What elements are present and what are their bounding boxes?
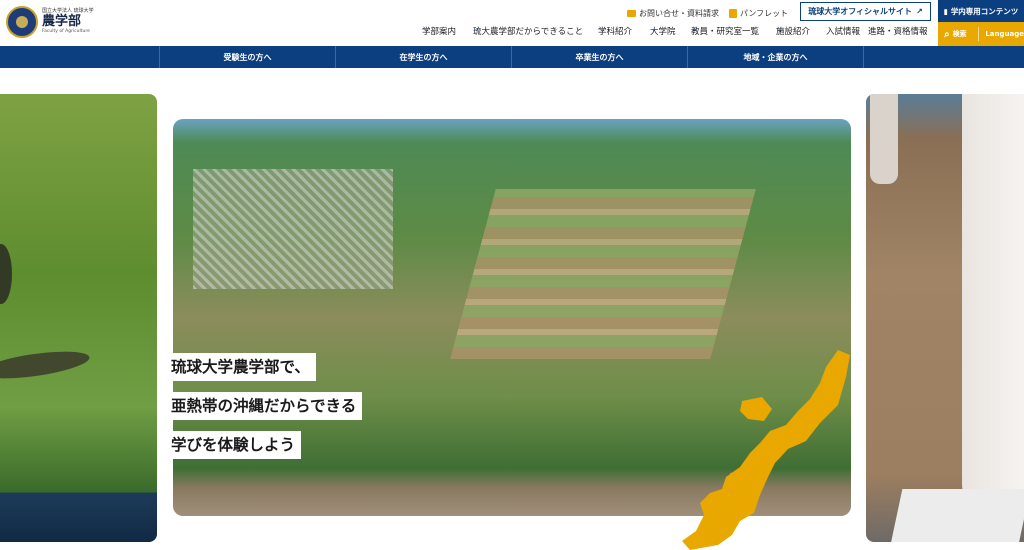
pamphlet-link[interactable]: パンフレット	[729, 4, 788, 22]
gnav-label: 入試情報	[826, 27, 861, 37]
contact-link[interactable]: お問い合せ・資料請求	[627, 4, 719, 22]
hero-catchcopy: 琉球大学農学部で、 亜熱帯の沖縄だからできる 学びを体験しよう	[165, 353, 363, 460]
site-header: 国立大学法人 琉球大学 農学部 Faculty of Agriculture お…	[0, 0, 1024, 46]
gnav-label: 進路・資格情報	[868, 27, 928, 37]
intranet-label: 学内専用コンテンツ	[950, 6, 1019, 16]
audience-prospective-students[interactable]: 受験生の方へ	[160, 46, 336, 68]
document-icon: ▮	[943, 6, 948, 16]
chevron-down-icon: ⌄	[423, 25, 429, 33]
catch-line-3: 学びを体験しよう	[165, 431, 302, 460]
envelope-icon	[627, 9, 636, 17]
audience-current-students[interactable]: 在学生の方へ	[336, 46, 512, 68]
branch-shape	[0, 346, 91, 384]
next-slide-image[interactable]	[866, 94, 1024, 542]
official-site-button[interactable]: 琉球大学オフィシャルサイト ↗	[800, 2, 931, 21]
pamphlet-label: パンフレット	[740, 8, 789, 18]
gnav-label: 琉大農学部だからできること	[473, 27, 584, 37]
catch-line-1: 琉球大学農学部で、	[165, 353, 316, 382]
global-nav: 学部案内 ⌄ 琉大農学部だからできること ⌄ 学科紹介 ⌄ 大学院 ⌄ 教員・研究室一覧…	[0, 25, 1024, 41]
external-link-icon: ↗	[916, 7, 923, 16]
chevron-down-icon: ⌄	[474, 25, 480, 33]
chevron-down-icon: ⌄	[651, 25, 657, 33]
paper-shape	[889, 489, 1024, 542]
boot-shape	[870, 94, 898, 184]
audience-community-business[interactable]: 地域・企業の方へ	[688, 46, 864, 68]
okinawa-island-icon	[682, 350, 850, 550]
audience-alumni[interactable]: 卒業生の方へ	[512, 46, 688, 68]
chevron-down-icon: ⌄	[599, 25, 605, 33]
farm-fields	[450, 189, 756, 359]
contact-label: お問い合せ・資料請求	[639, 8, 719, 18]
gnav-label: 教員・研究室一覧	[691, 27, 760, 37]
insect-shape	[0, 244, 12, 304]
official-site-label: 琉球大学オフィシャルサイト	[808, 7, 913, 16]
lab-coat-shape	[962, 94, 1024, 514]
chevron-down-icon: ⌄	[777, 25, 783, 33]
town-area	[193, 169, 393, 289]
audience-bar-spacer	[0, 46, 160, 68]
intranet-button[interactable]: ▮ 学内専用コンテンツ	[938, 0, 1024, 22]
audience-nav-bar: 受験生の方へ 在学生の方へ 卒業生の方へ 地域・企業の方へ	[0, 46, 1024, 68]
book-icon	[729, 8, 737, 18]
catch-line-2: 亜熱帯の沖縄だからできる	[165, 392, 363, 421]
chevron-down-icon: ⌄	[692, 25, 698, 33]
prev-slide-image[interactable]	[0, 94, 157, 542]
